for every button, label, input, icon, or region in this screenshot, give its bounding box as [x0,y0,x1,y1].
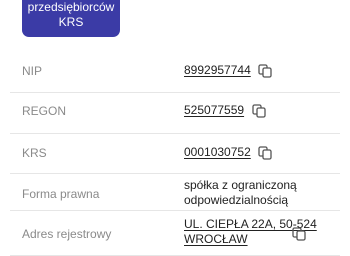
copy-icon[interactable] [252,104,266,118]
copy-icon[interactable] [258,146,272,160]
krs-value[interactable]: 0001030752 [184,145,251,159]
legal-form-value-line2: odpowiedzialnością [184,193,289,207]
regon-label: REGON [22,104,67,118]
detail-row-nip: NIP 8992957744 [10,52,340,93]
detail-row-legal-form: Forma prawna spółka z ograniczoną odpowi… [10,174,340,211]
copy-icon[interactable] [258,64,272,78]
legal-form-value-line1: spółka z ograniczoną [184,178,297,192]
legal-form-label: Forma prawna [22,187,100,201]
address-label: Adres rejestrowy [22,227,112,241]
regon-value[interactable]: 525077559 [184,103,244,117]
detail-row-krs: KRS 0001030752 [10,134,340,174]
nip-label: NIP [22,64,43,78]
legal-form-value: spółka z ograniczoną odpowiedzialnością [184,178,297,208]
copy-icon[interactable] [292,227,306,241]
krs-button-label-line2: KRS [58,15,84,29]
detail-row-regon: REGON 525077559 [10,93,340,134]
krs-button-label-line1: przedsiębiorców [27,0,115,14]
nip-value[interactable]: 8992957744 [184,63,251,77]
krs-search-button[interactable]: przedsiębiorców KRS [22,0,120,37]
krs-label: KRS [22,146,47,160]
detail-row-registered-address: Adres rejestrowy UL. CIEPŁA 22A, 50-524 … [10,211,340,256]
